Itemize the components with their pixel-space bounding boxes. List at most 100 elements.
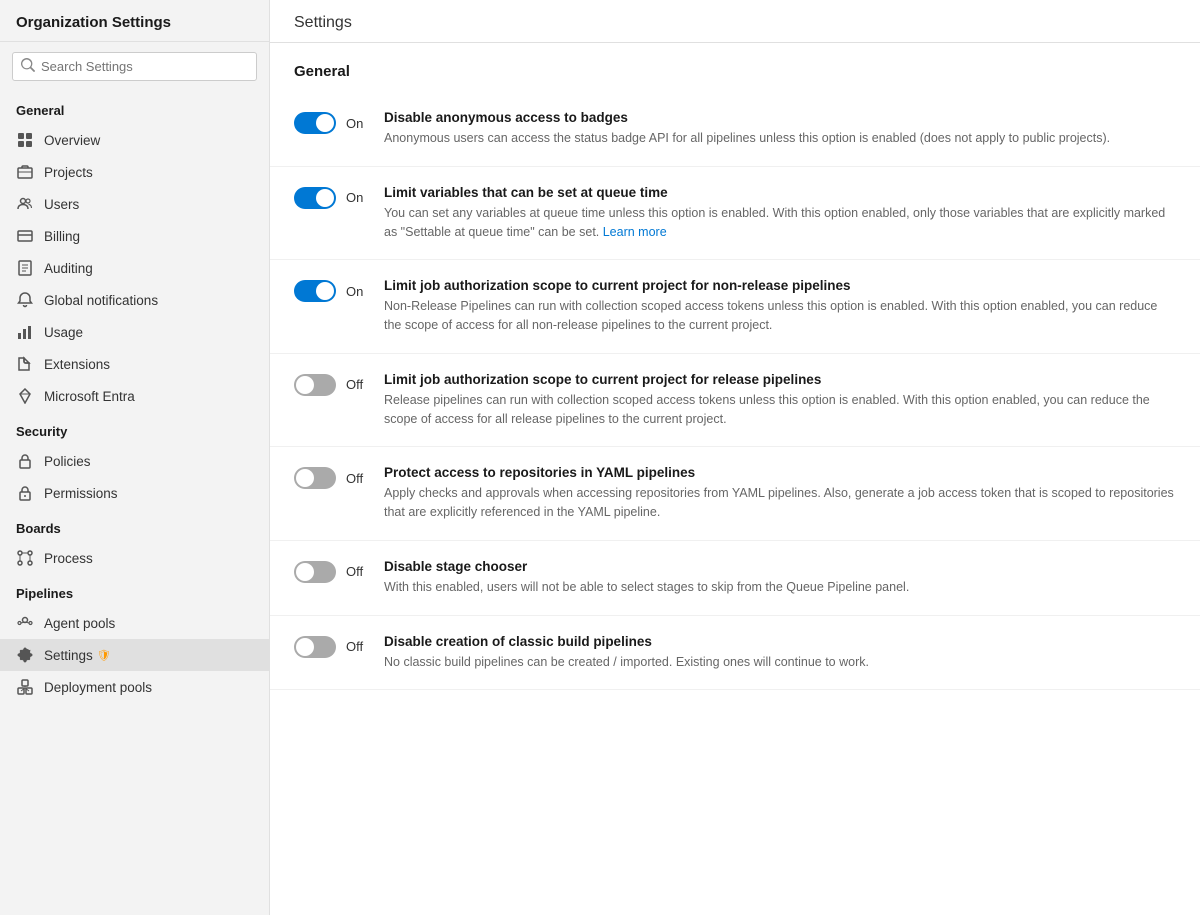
sidebar-item-policies[interactable]: Policies xyxy=(0,445,269,477)
toggle-label-disable-anonymous-badges: On xyxy=(346,116,374,131)
sidebar-item-label-process: Process xyxy=(44,551,93,566)
search-icon xyxy=(21,58,35,75)
setting-desc-limit-job-auth-release: Release pipelines can run with collectio… xyxy=(384,391,1176,429)
sidebar-item-billing[interactable]: Billing xyxy=(0,220,269,252)
billing-icon xyxy=(16,227,34,245)
toggle-disable-stage-chooser[interactable] xyxy=(294,561,336,583)
toggle-label-limit-job-auth-release: Off xyxy=(346,377,374,392)
setting-link-limit-variables-queue[interactable]: Learn more xyxy=(603,225,667,239)
toggle-area-protect-repos-yaml: Off xyxy=(294,465,384,489)
setting-content-disable-stage-chooser: Disable stage chooserWith this enabled, … xyxy=(384,559,1176,597)
sidebar-item-label-users: Users xyxy=(44,197,79,212)
setting-content-limit-variables-queue: Limit variables that can be set at queue… xyxy=(384,185,1176,242)
sidebar-section-general: General xyxy=(0,91,269,124)
setting-content-limit-job-auth-nonrelease: Limit job authorization scope to current… xyxy=(384,278,1176,335)
toggle-disable-anonymous-badges[interactable] xyxy=(294,112,336,134)
toggle-protect-repos-yaml[interactable] xyxy=(294,467,336,489)
sidebar-item-agent-pools[interactable]: Agent pools xyxy=(0,607,269,639)
settings-badge-icon: 🛡 xyxy=(97,649,111,662)
toggle-label-disable-stage-chooser: Off xyxy=(346,564,374,579)
setting-desc-disable-anonymous-badges: Anonymous users can access the status ba… xyxy=(384,129,1176,148)
sidebar: Organization Settings General Overview P… xyxy=(0,0,270,915)
setting-desc-disable-classic-pipelines: No classic build pipelines can be create… xyxy=(384,653,1176,672)
sidebar-item-projects[interactable]: Projects xyxy=(0,156,269,188)
sidebar-section-boards: Boards xyxy=(0,509,269,542)
page-title: Settings xyxy=(270,0,1200,43)
setting-title-disable-anonymous-badges: Disable anonymous access to badges xyxy=(384,110,1176,125)
setting-title-limit-job-auth-nonrelease: Limit job authorization scope to current… xyxy=(384,278,1176,293)
toggle-area-disable-classic-pipelines: Off xyxy=(294,634,384,658)
setting-title-limit-job-auth-release: Limit job authorization scope to current… xyxy=(384,372,1176,387)
toggle-limit-variables-queue[interactable] xyxy=(294,187,336,209)
sidebar-item-label-microsoft-entra: Microsoft Entra xyxy=(44,389,135,404)
users-icon xyxy=(16,195,34,213)
sidebar-item-label-billing: Billing xyxy=(44,229,80,244)
usage-icon xyxy=(16,323,34,341)
toggle-area-limit-job-auth-nonrelease: On xyxy=(294,278,384,302)
setting-title-protect-repos-yaml: Protect access to repositories in YAML p… xyxy=(384,465,1176,480)
setting-row-limit-job-auth-release: Off Limit job authorization scope to curr… xyxy=(270,354,1200,448)
sidebar-item-settings[interactable]: Settings 🛡 xyxy=(0,639,269,671)
sidebar-item-label-extensions: Extensions xyxy=(44,357,110,372)
sidebar-section-security: Security xyxy=(0,412,269,445)
setting-row-limit-job-auth-nonrelease: OnLimit job authorization scope to curre… xyxy=(270,260,1200,354)
toggle-label-limit-variables-queue: On xyxy=(346,190,374,205)
toggle-label-protect-repos-yaml: Off xyxy=(346,471,374,486)
setting-content-disable-anonymous-badges: Disable anonymous access to badges Anonym… xyxy=(384,110,1176,148)
setting-content-disable-classic-pipelines: Disable creation of classic build pipeli… xyxy=(384,634,1176,672)
sidebar-item-label-deployment-pools: Deployment pools xyxy=(44,680,152,695)
setting-row-disable-classic-pipelines: OffDisable creation of classic build pip… xyxy=(270,616,1200,691)
sidebar-item-label-global-notifications: Global notifications xyxy=(44,293,158,308)
gear-icon xyxy=(16,646,34,664)
setting-title-disable-classic-pipelines: Disable creation of classic build pipeli… xyxy=(384,634,1176,649)
setting-row-disable-stage-chooser: Off Disable stage chooserWith this enable… xyxy=(270,541,1200,616)
sidebar-item-usage[interactable]: Usage xyxy=(0,316,269,348)
sidebar-item-label-auditing: Auditing xyxy=(44,261,93,276)
sidebar-item-permissions[interactable]: Permissions xyxy=(0,477,269,509)
sidebar-item-deployment-pools[interactable]: Deployment pools xyxy=(0,671,269,703)
setting-desc-limit-variables-queue: You can set any variables at queue time … xyxy=(384,204,1176,242)
deploy-icon xyxy=(16,678,34,696)
settings-section-general-label: General xyxy=(270,43,1200,92)
sidebar-item-label-settings: Settings 🛡 xyxy=(44,648,111,663)
search-input[interactable] xyxy=(41,59,248,74)
sidebar-item-label-permissions: Permissions xyxy=(44,486,118,501)
sidebar-item-microsoft-entra[interactable]: Microsoft Entra xyxy=(0,380,269,412)
sidebar-item-global-notifications[interactable]: Global notifications xyxy=(0,284,269,316)
sidebar-item-label-usage: Usage xyxy=(44,325,83,340)
lock-icon xyxy=(16,452,34,470)
sidebar-item-extensions[interactable]: Extensions xyxy=(0,348,269,380)
setting-title-limit-variables-queue: Limit variables that can be set at queue… xyxy=(384,185,1176,200)
toggle-limit-job-auth-nonrelease[interactable] xyxy=(294,280,336,302)
diamond-icon xyxy=(16,387,34,405)
search-box[interactable] xyxy=(12,52,257,81)
main-content: Settings General On Disable anonymous acc… xyxy=(270,0,1200,915)
toggle-area-disable-stage-chooser: Off xyxy=(294,559,384,583)
sidebar-item-label-policies: Policies xyxy=(44,454,91,469)
sidebar-item-auditing[interactable]: Auditing xyxy=(0,252,269,284)
sidebar-title: Organization Settings xyxy=(0,0,269,42)
setting-content-protect-repos-yaml: Protect access to repositories in YAML p… xyxy=(384,465,1176,522)
extensions-icon xyxy=(16,355,34,373)
audit-icon xyxy=(16,259,34,277)
grid-icon xyxy=(16,131,34,149)
toggle-disable-classic-pipelines[interactable] xyxy=(294,636,336,658)
toggle-limit-job-auth-release[interactable] xyxy=(294,374,336,396)
bell-icon xyxy=(16,291,34,309)
sidebar-item-label-projects: Projects xyxy=(44,165,93,180)
toggle-area-disable-anonymous-badges: On xyxy=(294,110,384,134)
setting-row-protect-repos-yaml: Off Protect access to repositories in YAM… xyxy=(270,447,1200,541)
agent-icon xyxy=(16,614,34,632)
sidebar-item-label-agent-pools: Agent pools xyxy=(44,616,115,631)
setting-desc-limit-job-auth-nonrelease: Non-Release Pipelines can run with colle… xyxy=(384,297,1176,335)
process-icon xyxy=(16,549,34,567)
toggle-area-limit-job-auth-release: Off xyxy=(294,372,384,396)
settings-rows-container: On Disable anonymous access to badges Anon… xyxy=(270,92,1200,690)
sidebar-item-process[interactable]: Process xyxy=(0,542,269,574)
sidebar-item-label-overview: Overview xyxy=(44,133,100,148)
toggle-area-limit-variables-queue: On xyxy=(294,185,384,209)
setting-content-limit-job-auth-release: Limit job authorization scope to current… xyxy=(384,372,1176,429)
setting-desc-protect-repos-yaml: Apply checks and approvals when accessin… xyxy=(384,484,1176,522)
sidebar-item-users[interactable]: Users xyxy=(0,188,269,220)
sidebar-item-overview[interactable]: Overview xyxy=(0,124,269,156)
